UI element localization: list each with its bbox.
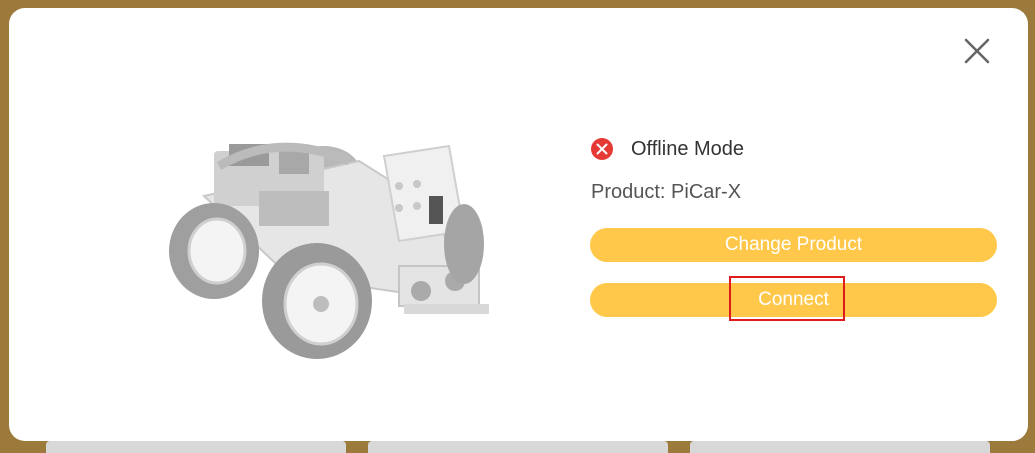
robot-car-image (169, 142, 489, 359)
change-product-button[interactable]: Change Product (590, 228, 997, 262)
status-text: Offline Mode (631, 137, 745, 160)
background-card-1 (46, 441, 346, 453)
background-card-2 (368, 441, 668, 453)
background-card-3 (690, 441, 990, 453)
error-x-icon (591, 138, 613, 160)
connect-button[interactable]: Connect (590, 283, 997, 317)
status-row: Offline Mode (591, 137, 744, 161)
product-text: Product: PiCar-X (591, 181, 742, 203)
close-icon[interactable] (962, 36, 992, 66)
connection-dialog: Offline Mode Product: PiCar-X Change Pro… (9, 8, 1028, 441)
